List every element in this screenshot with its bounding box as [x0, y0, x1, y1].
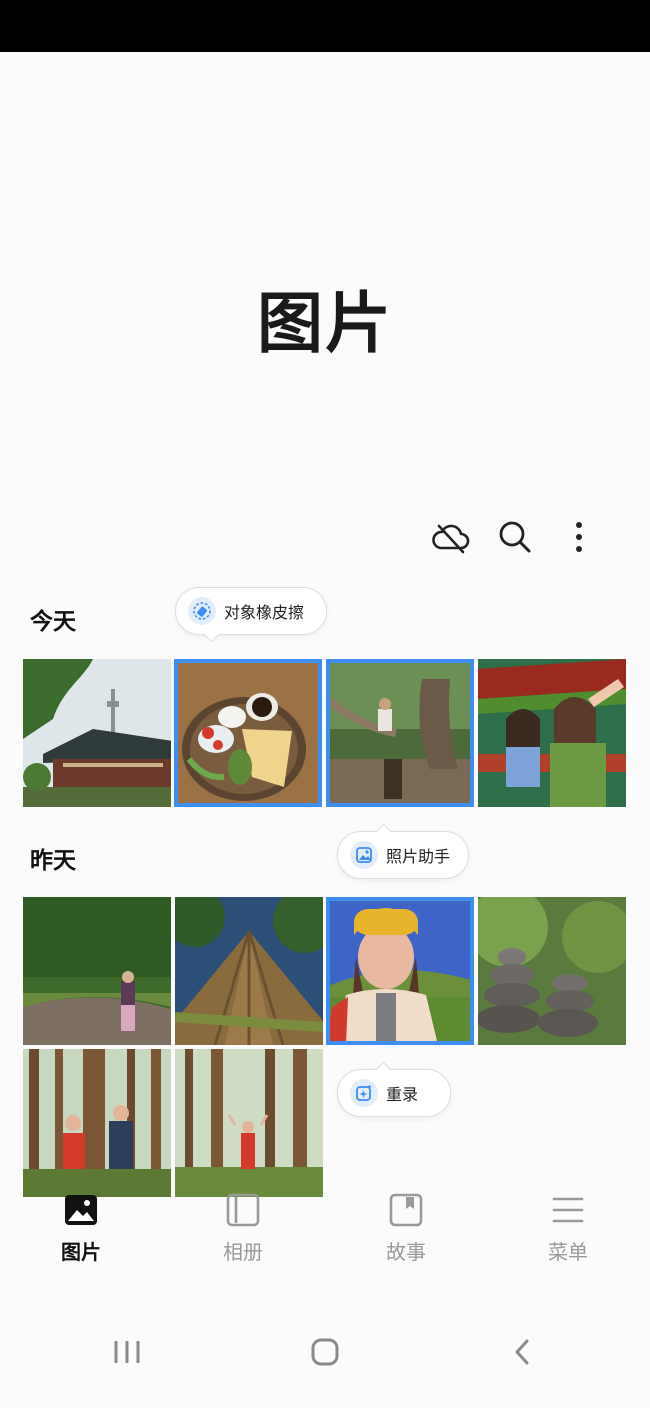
nav-label: 故事: [386, 1240, 426, 1264]
nav-label: 图片: [61, 1240, 101, 1264]
recents-icon[interactable]: [97, 1320, 157, 1384]
photo-assistant-chip-label: 照片助手: [386, 847, 451, 866]
nav-label: 相册: [223, 1240, 263, 1264]
pictures-icon: [21, 1190, 141, 1230]
section-title-yesterday: 昨天: [30, 848, 76, 874]
photo-thumbnail-selected[interactable]: [326, 659, 474, 807]
photo-thumbnail[interactable]: [23, 659, 171, 807]
object-eraser-chip-label: 对象橡皮擦: [224, 603, 305, 622]
more-vert-icon[interactable]: [555, 512, 603, 562]
nav-label: 菜单: [548, 1240, 588, 1264]
photo-thumbnail[interactable]: [23, 1049, 171, 1197]
back-icon[interactable]: [492, 1320, 552, 1384]
stories-icon: [346, 1190, 466, 1230]
system-navigation-bar: [0, 1320, 650, 1384]
nav-tab-albums[interactable]: 相册: [183, 1190, 303, 1265]
page-title: 图片: [257, 285, 393, 362]
photo-thumbnail[interactable]: [478, 659, 626, 807]
photo-thumbnail-selected[interactable]: [326, 897, 474, 1045]
albums-icon: [183, 1190, 303, 1230]
home-icon[interactable]: [295, 1320, 355, 1384]
status-bar: [0, 0, 650, 52]
bottom-navigation: 图片 相册 故事 菜单: [0, 1178, 650, 1278]
eraser-icon: [188, 597, 216, 625]
photo-thumbnail[interactable]: [23, 897, 171, 1045]
search-icon[interactable]: [491, 512, 539, 562]
section-title-today: 今天: [30, 609, 76, 635]
cloud-off-icon[interactable]: [427, 512, 475, 562]
menu-icon: [508, 1190, 628, 1230]
photo-thumbnail-selected[interactable]: [174, 659, 322, 807]
remaster-chip-label: 重录: [386, 1085, 419, 1104]
nav-tab-menu[interactable]: 菜单: [508, 1190, 628, 1265]
remaster-icon: [350, 1079, 378, 1107]
photo-assistant-icon: [350, 841, 378, 869]
nav-tab-pictures[interactable]: 图片: [21, 1190, 141, 1265]
object-eraser-chip[interactable]: 对象橡皮擦: [175, 587, 327, 643]
photo-assistant-chip[interactable]: 照片助手: [337, 823, 469, 879]
photo-thumbnail[interactable]: [175, 1049, 323, 1197]
nav-tab-stories[interactable]: 故事: [346, 1190, 466, 1265]
remaster-chip[interactable]: 重录: [337, 1061, 451, 1117]
photo-thumbnail[interactable]: [478, 897, 626, 1045]
photo-thumbnail[interactable]: [175, 897, 323, 1045]
